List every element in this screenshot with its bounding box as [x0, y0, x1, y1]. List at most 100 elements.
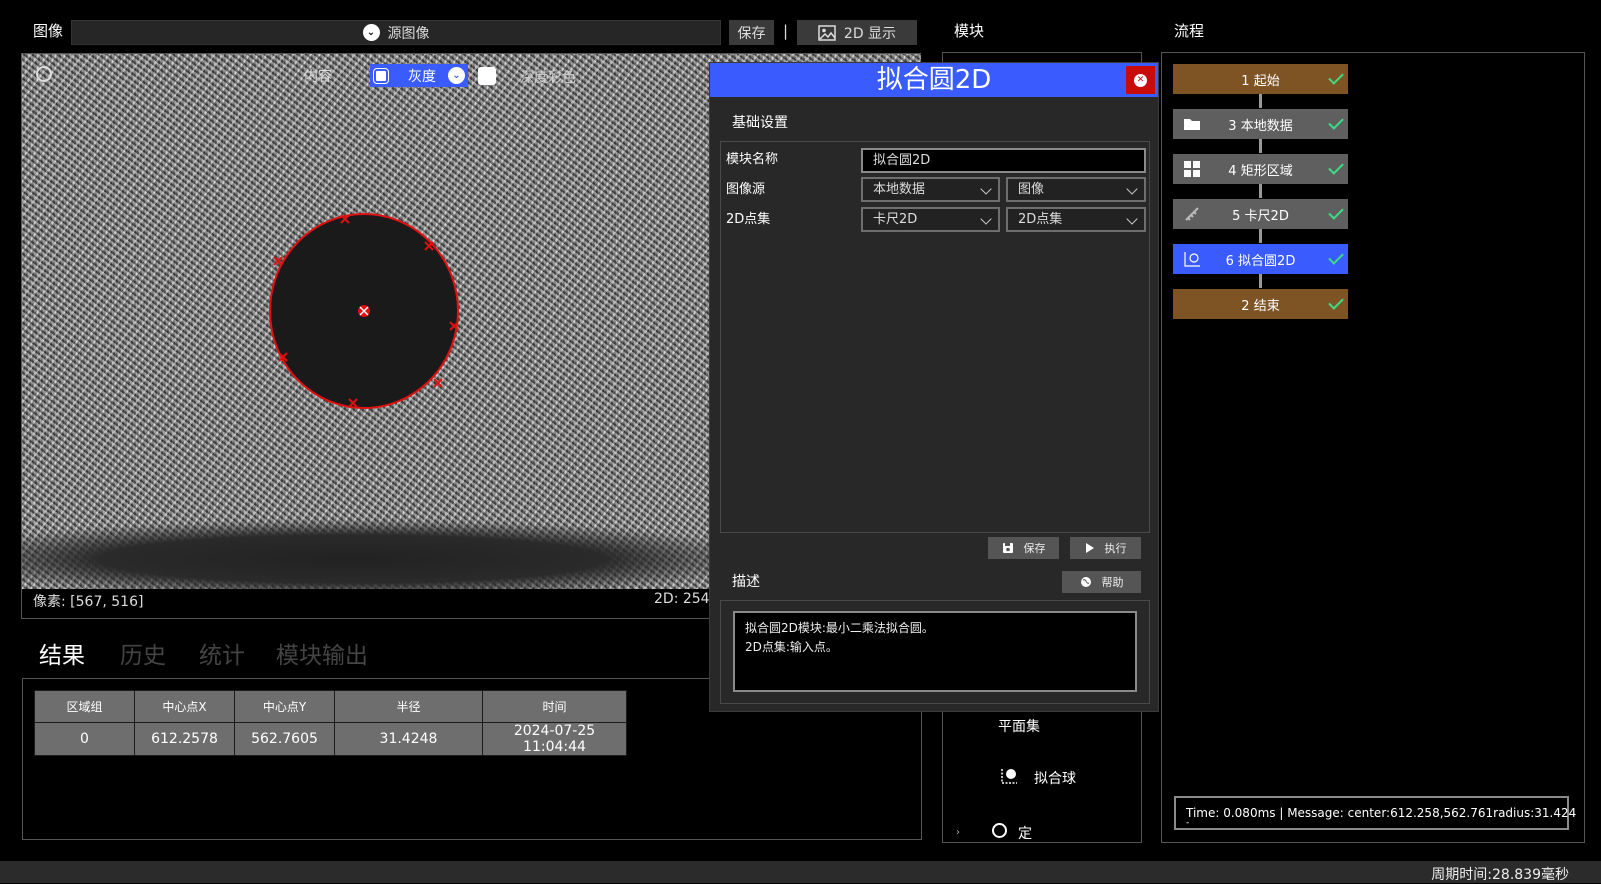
help-label: 帮助: [1101, 576, 1124, 589]
depth-color-label: 深度彩色: [520, 70, 576, 86]
description-box: 拟合圆2D模块:最小二乘法拟合圆。 2D点集:输入点。: [720, 600, 1150, 704]
display-mode-label: 2D 显示: [843, 25, 897, 42]
locate-icon: [992, 823, 1007, 838]
table-cell: 562.7605: [234, 722, 335, 756]
table-header-row: 区域组 中心点X 中心点Y 半径 时间: [34, 690, 627, 723]
image-source-module-select[interactable]: 本地数据: [861, 177, 1000, 202]
image-panel-title: 图像: [33, 22, 64, 40]
flow-node-fit-circle[interactable]: 6 拟合圆2D: [1173, 244, 1348, 274]
point-set-module-select[interactable]: 卡尺2D: [861, 207, 1000, 232]
fit-sphere-icon: [1000, 767, 1018, 785]
point-set-output-select[interactable]: 2D点集: [1006, 207, 1146, 232]
flow-link: [1259, 94, 1262, 108]
column-header: 时间: [482, 690, 627, 723]
image-source-output-select[interactable]: 图像: [1006, 177, 1146, 202]
check-icon: [1328, 249, 1344, 265]
save-button[interactable]: 保存: [988, 537, 1059, 559]
flow-node-label: 3 本地数据: [1228, 118, 1293, 134]
module-item-fit-sphere[interactable]: 拟合球: [1034, 768, 1076, 788]
tab-results[interactable]: 结果: [39, 636, 85, 670]
select-value: 2D点集: [1018, 212, 1063, 227]
gray-label: 灰度: [408, 68, 436, 85]
chevron-down-icon: ⌄: [362, 24, 380, 41]
column-header: 中心点Y: [234, 690, 335, 723]
channel-label: 内容: [304, 69, 332, 85]
module-panel-title: 模块: [954, 22, 985, 40]
pixel-readout: 像素: [567, 516]: [33, 594, 144, 610]
check-icon: [1328, 114, 1344, 130]
display-mode-button[interactable]: 2D 显示: [797, 20, 917, 45]
flow-node-caliper[interactable]: 5 卡尺2D: [1173, 199, 1348, 229]
help-button[interactable]: 帮助: [1062, 571, 1141, 593]
fit-circle-dialog: 拟合圆2D ✕ 基础设置 模块名称 拟合圆2D 图像源 本地数据 图像 2D点集…: [709, 62, 1159, 712]
description-text: 拟合圆2D模块:最小二乘法拟合圆。 2D点集:输入点。: [733, 611, 1137, 692]
column-header: 中心点X: [134, 690, 235, 723]
module-name-label: 模块名称: [726, 152, 779, 167]
module-item-locate-label: 定位: [1018, 826, 1032, 842]
chevron-down-icon: [980, 213, 992, 225]
flow-panel-title: 流程: [1174, 22, 1205, 40]
chevron-down-icon: [1126, 183, 1138, 195]
folder-icon: [1184, 119, 1200, 130]
table-cell: 612.2578: [134, 722, 235, 756]
dialog-title: 拟合圆2D: [710, 63, 1158, 97]
expand-arrow-icon: ›: [956, 827, 960, 838]
image-source-value: 源图像: [387, 25, 430, 42]
tab-history[interactable]: 历史: [120, 636, 166, 670]
table-cell: 0: [34, 722, 135, 756]
flow-node-local-data[interactable]: 3 本地数据: [1173, 109, 1348, 139]
flow-node-start[interactable]: 1 起始: [1173, 64, 1348, 94]
flow-message-tail: -: [1186, 818, 1190, 828]
basic-settings-heading: 基础设置: [732, 115, 788, 131]
select-value: 图像: [1018, 182, 1045, 197]
column-header: 区域组: [34, 690, 135, 723]
table-cell: 31.4248: [334, 722, 483, 756]
module-item-plane-set[interactable]: 平面集: [998, 716, 1040, 736]
flow-node-rect-region[interactable]: 4 矩形区域: [1173, 154, 1348, 184]
depth-color-checkbox[interactable]: [478, 67, 496, 85]
column-header: 半径: [334, 690, 483, 723]
image-source-label: 图像源: [726, 182, 766, 197]
save-label: 保存: [1023, 542, 1046, 555]
check-icon: [1328, 294, 1344, 310]
tab-module-output[interactable]: 模块输出: [276, 636, 368, 670]
select-value: 卡尺2D: [873, 212, 918, 227]
play-icon: [1085, 543, 1094, 553]
flow-message-box: Time: 0.080ms | Message: center:612.258,…: [1174, 796, 1576, 830]
chevron-down-icon: [1126, 213, 1138, 225]
status-bar: 周期时间:28.839毫秒: [0, 861, 1601, 883]
grid-icon: [1184, 161, 1200, 177]
gray-mode-select[interactable]: 灰度 ⌄: [370, 64, 468, 87]
image-source-select[interactable]: ⌄ 源图像: [71, 20, 721, 45]
table-cell: 2024-07-25 11:04:44: [482, 722, 627, 756]
select-value: 本地数据: [873, 182, 926, 197]
fit-circle-icon: [1184, 252, 1200, 267]
module-item-locate[interactable]: › 定位: [956, 823, 1036, 843]
description-line: 2D点集:输入点。: [745, 640, 838, 654]
flow-link: [1259, 274, 1262, 288]
circle-center-marker: [358, 305, 370, 317]
gray-checkbox[interactable]: [373, 67, 389, 84]
close-icon: ✕: [1134, 73, 1147, 87]
description-line: 拟合圆2D模块:最小二乘法拟合圆。: [745, 621, 934, 635]
basic-settings-box: 模块名称 拟合圆2D 图像源 本地数据 图像 2D点集 卡尺2D 2D点集: [720, 141, 1150, 533]
tab-statistics[interactable]: 统计: [199, 636, 245, 670]
flow-node-label: 5 卡尺2D: [1232, 208, 1289, 224]
description-heading: 描述: [732, 574, 760, 590]
flow-node-label: 4 矩形区域: [1228, 163, 1293, 179]
run-label: 执行: [1104, 542, 1127, 555]
chevron-down-icon: ⌄: [448, 67, 465, 84]
module-name-field[interactable]: 拟合圆2D: [861, 148, 1146, 173]
table-row[interactable]: 0 612.2578 562.7605 31.4248 2024-07-25 1…: [34, 722, 627, 756]
flow-node-label: 1 起始: [1241, 73, 1280, 89]
rotate-icon[interactable]: [36, 66, 52, 82]
globe-icon: [1080, 577, 1091, 587]
point-set-label: 2D点集: [726, 212, 771, 227]
results-table: 区域组 中心点X 中心点Y 半径 时间 0 612.2578 562.7605 …: [34, 690, 627, 756]
coord-2d-readout: 2D: 254,: [654, 591, 715, 607]
flow-node-end[interactable]: 2 结束: [1173, 289, 1348, 319]
toolbar-separator: |: [783, 22, 789, 40]
save-image-button[interactable]: 保存: [729, 20, 774, 45]
run-button[interactable]: 执行: [1070, 537, 1141, 559]
close-button[interactable]: ✕: [1126, 66, 1155, 94]
